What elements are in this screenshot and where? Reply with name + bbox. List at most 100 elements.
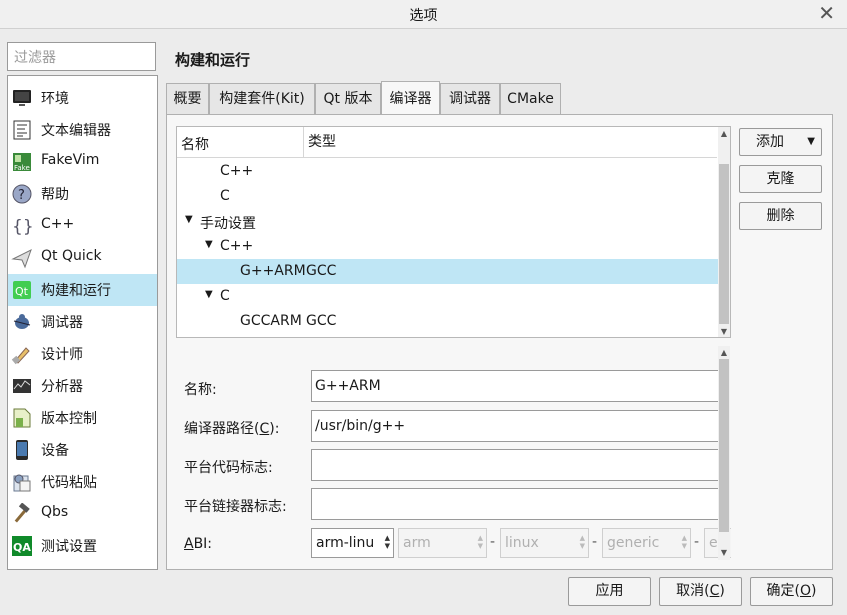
label-part: ) <box>719 583 725 599</box>
name-label: 名称: <box>184 382 217 398</box>
qt-quick-icon <box>11 248 32 269</box>
tree-scrollbar[interactable]: ▲ ▼ <box>718 127 730 337</box>
scroll-up-icon[interactable]: ▲ <box>718 129 730 138</box>
platform-linker-flags-field[interactable] <box>311 488 721 520</box>
build-run-icon: Qt <box>13 281 31 299</box>
category-sidebar: 环境 文本编辑器 Fake FakeVim ? 帮助 {} C++ Qt Qui… <box>7 75 158 570</box>
tree-header: 名称 类型 <box>177 127 717 158</box>
abi-arch-combo: arm ▲ ▼ <box>398 528 487 558</box>
scroll-down-icon[interactable]: ▼ <box>718 327 730 336</box>
sidebar-item-label: 设备 <box>41 443 69 459</box>
tab-compilers[interactable]: 编译器 <box>381 81 440 114</box>
scrollbar-thumb[interactable] <box>719 164 729 324</box>
label-part: 确定( <box>766 583 800 599</box>
tab-kits[interactable]: 构建套件(Kit) <box>209 83 315 114</box>
tab-cmake[interactable]: CMake <box>500 83 561 114</box>
sidebar-item-code-paste[interactable]: 代码粘贴 <box>8 466 157 498</box>
braces-icon: {} <box>12 217 33 237</box>
expand-arrow-icon[interactable]: ▼ <box>205 239 213 250</box>
sidebar-item-label: Qbs <box>41 504 69 520</box>
sidebar-item-help[interactable]: ? 帮助 <box>8 178 157 210</box>
tab-debuggers[interactable]: 调试器 <box>440 83 500 114</box>
expand-arrow-icon[interactable]: ▼ <box>205 289 213 300</box>
label-part: ): <box>269 421 280 437</box>
tree-row[interactable]: ▼ C <box>177 284 718 309</box>
tree-row-type: GCC <box>306 263 337 279</box>
ok-button[interactable]: 确定(O) <box>750 577 833 606</box>
platform-code-flags-label: 平台代码标志: <box>184 460 273 476</box>
dropdown-arrow-icon: ▼ <box>807 136 815 147</box>
spin-arrows-icon: ▲ ▼ <box>384 534 390 550</box>
combo-value: generic <box>607 535 660 551</box>
tree-row[interactable]: ▼ C++ <box>177 234 718 259</box>
abi-architecture-combo[interactable]: arm-linu ▲ ▼ <box>311 528 394 558</box>
sidebar-item-analyzer[interactable]: 分析器 <box>8 370 157 402</box>
sidebar-item-qbs[interactable]: Qbs <box>8 498 157 530</box>
column-header-type[interactable]: 类型 <box>303 127 336 157</box>
compiler-tree[interactable]: 名称 类型 C++ C ▼ 手动设置 ▼ C++ G++ARM GCC ▼ C … <box>176 126 731 338</box>
abi-os-combo: linux ▲ ▼ <box>500 528 589 558</box>
monitor-icon <box>13 90 31 106</box>
svg-text:{}: {} <box>12 217 33 237</box>
compiler-path-label: 编译器路径(C): <box>184 418 279 438</box>
tab-qt-versions[interactable]: Qt 版本 <box>315 83 381 114</box>
remove-button[interactable]: 删除 <box>739 202 822 230</box>
clone-button[interactable]: 克隆 <box>739 165 822 193</box>
tree-row[interactable]: C <box>177 184 718 209</box>
column-header-name[interactable]: 名称 <box>181 134 209 154</box>
sidebar-item-qt-quick[interactable]: Qt Quick <box>8 242 157 274</box>
tree-row-name: C <box>220 288 230 304</box>
page-title: 构建和运行 <box>175 51 251 69</box>
sidebar-item-debugger[interactable]: 调试器 <box>8 306 157 338</box>
name-field[interactable]: G++ARM <box>311 370 721 402</box>
platform-code-flags-field[interactable] <box>311 449 721 481</box>
sidebar-item-environment[interactable]: 环境 <box>8 82 157 114</box>
abi-separator: - <box>592 534 598 550</box>
sidebar-item-designer[interactable]: 设计师 <box>8 338 157 370</box>
sidebar-item-fakevim[interactable]: Fake FakeVim <box>8 146 157 178</box>
svg-text:Fake: Fake <box>14 164 30 172</box>
sidebar-item-test-settings[interactable]: QA 测试设置 <box>8 530 157 562</box>
sidebar-item-text-editor[interactable]: 文本编辑器 <box>8 114 157 146</box>
combo-value: arm <box>403 535 431 551</box>
sidebar-item-label: 版本控制 <box>41 411 97 427</box>
device-icon <box>16 440 28 460</box>
mnemonic: A <box>184 536 194 552</box>
tree-row[interactable]: GCCARM GCC <box>177 309 718 334</box>
tree-row[interactable]: ▼ 手动设置 <box>177 209 718 234</box>
expand-arrow-icon[interactable]: ▼ <box>185 214 193 225</box>
details-scrollbar[interactable]: ▲ ▼ <box>718 346 730 560</box>
scrollbar-thumb[interactable] <box>719 359 729 532</box>
sidebar-item-device[interactable]: 设备 <box>8 434 157 466</box>
combo-value: arm-linu <box>316 535 375 551</box>
sidebar-item-label: 环境 <box>41 91 69 107</box>
cancel-button[interactable]: 取消(C) <box>659 577 742 606</box>
apply-button[interactable]: 应用 <box>568 577 651 606</box>
tree-row[interactable]: C++ <box>177 159 718 184</box>
sidebar-item-version-control[interactable]: 版本控制 <box>8 402 157 434</box>
mnemonic: C <box>709 583 720 599</box>
add-button[interactable]: 添加 ▼ <box>739 128 822 156</box>
tree-row-selected[interactable]: G++ARM GCC <box>177 259 718 284</box>
designer-icon <box>11 347 30 365</box>
scroll-up-icon[interactable]: ▲ <box>718 348 730 357</box>
close-icon[interactable]: ✕ <box>818 2 835 24</box>
analyzer-icon <box>13 379 31 393</box>
combo-value: e <box>709 535 718 551</box>
svg-text:?: ? <box>18 188 25 203</box>
sidebar-item-cpp[interactable]: {} C++ <box>8 210 157 242</box>
sidebar-item-build-run[interactable]: Qt 构建和运行 <box>8 274 157 306</box>
tree-row-name: C++ <box>220 238 254 254</box>
sidebar-item-label: FakeVim <box>41 152 100 168</box>
window-title: 选项 <box>409 8 438 24</box>
platform-linker-flags-label: 平台链接器标志: <box>184 499 287 515</box>
filter-input[interactable]: 过滤器 <box>7 42 156 71</box>
scroll-down-icon[interactable]: ▼ <box>718 548 730 557</box>
tab-overview[interactable]: 概要 <box>166 83 209 114</box>
qa-icon: QA <box>12 536 32 556</box>
compiler-path-field[interactable]: /usr/bin/g++ <box>311 410 721 442</box>
spin-arrows-icon: ▲ ▼ <box>579 534 585 550</box>
abi-separator: - <box>490 534 496 550</box>
tree-row-name: G++ARM <box>240 263 306 279</box>
fakevim-icon: Fake <box>13 153 31 172</box>
